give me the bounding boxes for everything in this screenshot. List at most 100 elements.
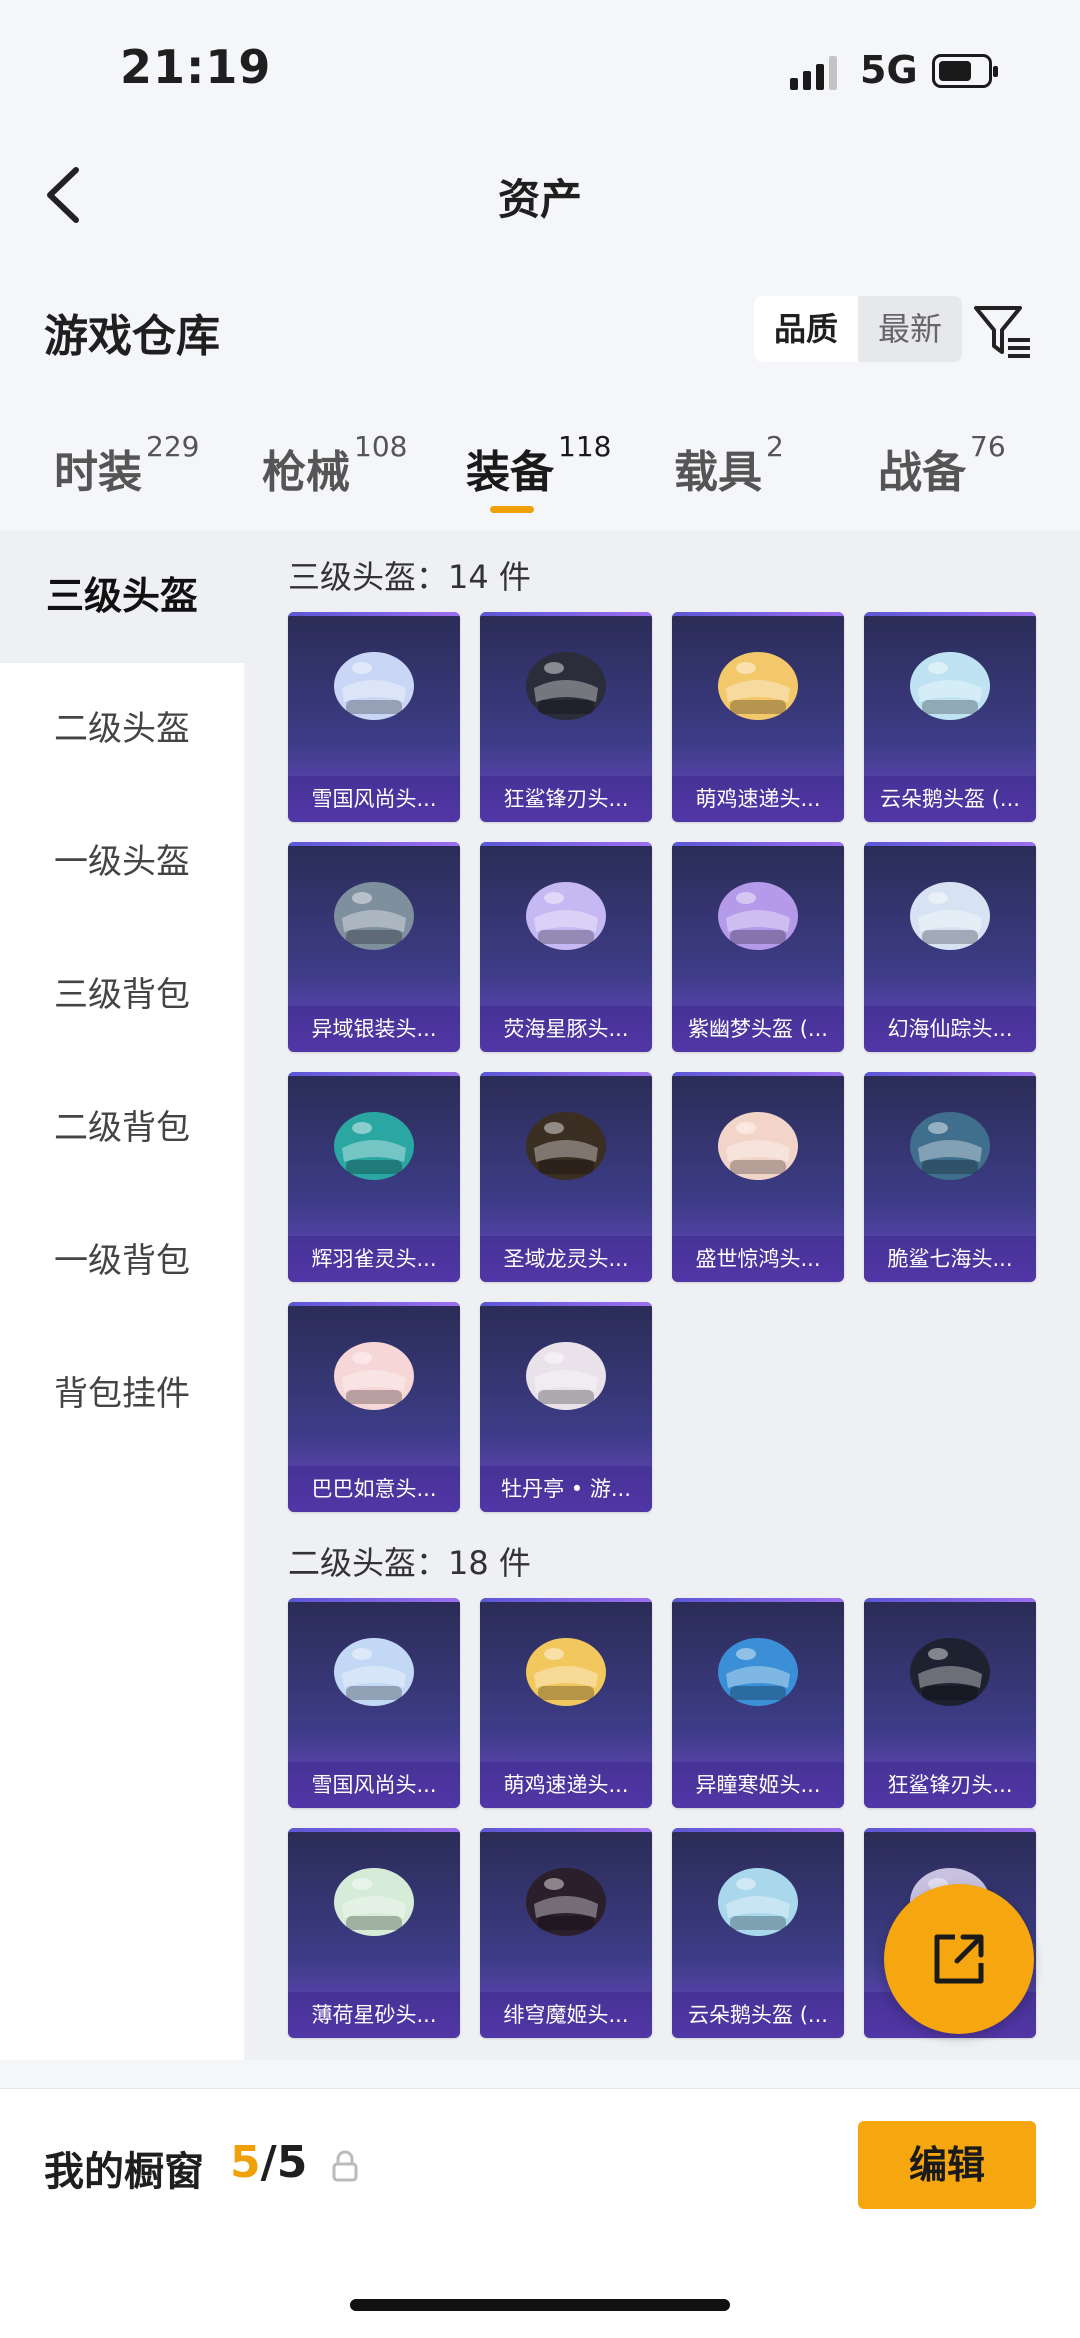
tab-equipment[interactable]: 装备118	[466, 430, 611, 500]
nav-bar: 资产	[0, 130, 1080, 260]
helmet-icon	[718, 1638, 798, 1706]
network-label: 5G	[860, 48, 918, 92]
helmet-icon	[526, 882, 606, 950]
helmet-icon	[526, 1868, 606, 1936]
edit-button[interactable]: 编辑	[858, 2121, 1036, 2209]
sidebar-item-backpack-charm[interactable]: 背包挂件	[0, 1328, 244, 1461]
helmet-icon	[334, 1112, 414, 1180]
item-card[interactable]: 异域银装头...	[288, 842, 460, 1052]
sidebar-item-level3-backpack[interactable]: 三级背包	[0, 929, 244, 1062]
share-icon	[934, 1934, 984, 1984]
helmet-icon	[910, 652, 990, 720]
section-header: 游戏仓库 品质 最新	[0, 260, 1080, 400]
item-name: 狂鲨锋刃头...	[864, 1762, 1036, 1808]
helmet-icon	[910, 1638, 990, 1706]
helmet-icon	[718, 1112, 798, 1180]
item-card[interactable]: 牡丹亭 • 游...	[480, 1302, 652, 1512]
battery-icon	[932, 54, 998, 88]
helmet-icon	[526, 1638, 606, 1706]
item-card[interactable]: 云朵鹅头盔 (...	[672, 1828, 844, 2038]
item-name: 萌鸡速递头...	[672, 776, 844, 822]
item-card[interactable]: 盛世惊鸿头...	[672, 1072, 844, 1282]
sidebar: 三级头盔 二级头盔 一级头盔 三级背包 二级背包 一级背包 背包挂件	[0, 530, 244, 2060]
tab-firearms[interactable]: 枪械108	[262, 430, 407, 500]
item-card[interactable]: 萌鸡速递头...	[480, 1598, 652, 1808]
status-bar: 21:19 5G	[0, 0, 1080, 130]
item-name: 异瞳寒姬头...	[672, 1762, 844, 1808]
item-card[interactable]: 薄荷星砂头...	[288, 1828, 460, 2038]
sidebar-item-level1-helmet[interactable]: 一级头盔	[0, 796, 244, 929]
helmet-icon	[718, 652, 798, 720]
item-name: 狂鲨锋刃头...	[480, 776, 652, 822]
item-name: 辉羽雀灵头...	[288, 1236, 460, 1282]
item-card[interactable]: 雪国风尚头...	[288, 1598, 460, 1808]
home-indicator	[350, 2299, 730, 2311]
helmet-icon	[910, 882, 990, 950]
item-card[interactable]: 幻海仙踪头...	[864, 842, 1036, 1052]
group-header: 二级头盔：18 件	[288, 1544, 531, 1582]
item-card[interactable]: 狂鲨锋刃头...	[864, 1598, 1036, 1808]
item-card[interactable]: 辉羽雀灵头...	[288, 1072, 460, 1282]
item-card[interactable]: 脆鲨七海头...	[864, 1072, 1036, 1282]
helmet-icon	[334, 652, 414, 720]
status-time: 21:19	[120, 40, 272, 94]
page-title: 资产	[497, 175, 582, 224]
item-card[interactable]: 圣域龙灵头...	[480, 1072, 652, 1282]
item-name: 荧海星豚头...	[480, 1006, 652, 1052]
filter-icon[interactable]	[970, 300, 1034, 360]
item-list[interactable]: 三级头盔：14 件 雪国风尚头... 狂鲨锋刃头... 萌鸡速递头... 云朵鹅头盔 …	[244, 530, 1080, 2060]
item-card[interactable]: 异瞳寒姬头...	[672, 1598, 844, 1808]
item-card[interactable]: 雪国风尚头...	[288, 612, 460, 822]
tab-fashion[interactable]: 时装229	[54, 430, 199, 500]
helmet-icon	[334, 1638, 414, 1706]
bottom-bar: 我的橱窗 5/5 编辑	[0, 2088, 1080, 2338]
item-name: 紫幽梦头盔 (...	[672, 1006, 844, 1052]
helmet-icon	[718, 882, 798, 950]
item-name: 异域银装头...	[288, 1006, 460, 1052]
item-card[interactable]: 荧海星豚头...	[480, 842, 652, 1052]
helmet-icon	[910, 1112, 990, 1180]
item-card[interactable]: 绯穹魔姬头...	[480, 1828, 652, 2038]
item-name: 盛世惊鸿头...	[672, 1236, 844, 1282]
item-name: 绯穹魔姬头...	[480, 1992, 652, 2038]
sidebar-item-level2-backpack[interactable]: 二级背包	[0, 1062, 244, 1195]
category-tabs: 时装229 枪械108 装备118 载具2 战备76	[0, 400, 1080, 530]
sidebar-item-level2-helmet[interactable]: 二级头盔	[0, 663, 244, 796]
item-name: 萌鸡速递头...	[480, 1762, 652, 1808]
sort-quality-button[interactable]: 品质	[754, 296, 859, 362]
item-name: 云朵鹅头盔 (...	[672, 1992, 844, 2038]
tab-vehicles[interactable]: 载具2	[674, 430, 784, 500]
item-name: 脆鲨七海头...	[864, 1236, 1036, 1282]
item-card[interactable]: 狂鲨锋刃头...	[480, 612, 652, 822]
helmet-icon	[526, 1112, 606, 1180]
share-button[interactable]	[884, 1884, 1034, 2034]
sidebar-item-level3-helmet[interactable]: 三级头盔	[0, 530, 244, 663]
helmet-icon	[334, 882, 414, 950]
item-name: 巴巴如意头...	[288, 1466, 460, 1512]
item-card[interactable]: 萌鸡速递头...	[672, 612, 844, 822]
sidebar-item-level1-backpack[interactable]: 一级背包	[0, 1195, 244, 1328]
item-name: 幻海仙踪头...	[864, 1006, 1036, 1052]
item-name: 圣域龙灵头...	[480, 1236, 652, 1282]
active-tab-indicator	[490, 506, 534, 513]
item-name: 牡丹亭 • 游...	[480, 1466, 652, 1512]
item-name: 雪国风尚头...	[288, 776, 460, 822]
helmet-icon	[526, 1342, 606, 1410]
group-header: 三级头盔：14 件	[288, 558, 531, 596]
sort-latest-button[interactable]: 最新	[858, 296, 962, 362]
item-card[interactable]: 云朵鹅头盔 (...	[864, 612, 1036, 822]
item-name: 薄荷星砂头...	[288, 1992, 460, 2038]
item-grid: 雪国风尚头... 狂鲨锋刃头... 萌鸡速递头... 云朵鹅头盔 (... 异域银装头.…	[288, 612, 1036, 1512]
showcase-count: 5/5	[230, 2137, 308, 2188]
helmet-icon	[334, 1868, 414, 1936]
section-title: 游戏仓库	[44, 311, 220, 362]
item-card[interactable]: 紫幽梦头盔 (...	[672, 842, 844, 1052]
lock-icon	[332, 2150, 358, 2182]
showcase-label: 我的橱窗	[44, 2149, 204, 2195]
item-name: 雪国风尚头...	[288, 1762, 460, 1808]
tab-supplies[interactable]: 战备76	[878, 430, 1006, 500]
helmet-icon	[334, 1342, 414, 1410]
helmet-icon	[526, 652, 606, 720]
sort-toggle: 品质 最新	[754, 296, 963, 362]
item-card[interactable]: 巴巴如意头...	[288, 1302, 460, 1512]
